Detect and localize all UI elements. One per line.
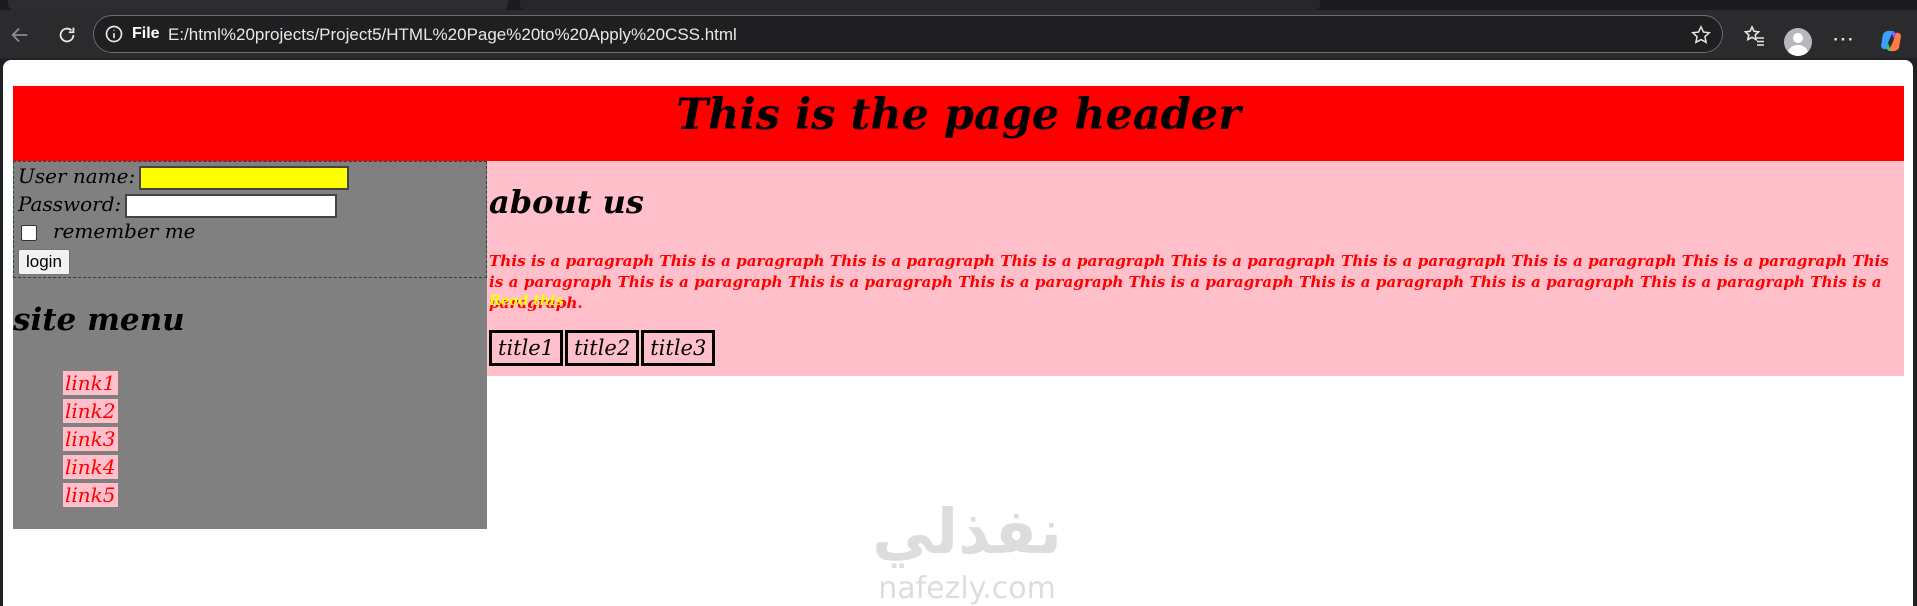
table-cell: title3 <box>641 330 716 366</box>
tab-strip <box>0 0 1917 10</box>
more-icon[interactable]: ⋯ <box>1832 26 1855 52</box>
site-menu-title: site menu <box>13 302 185 338</box>
reload-icon <box>59 27 75 43</box>
address-bar[interactable]: File E:/html%20projects/Project5/HTML%20… <box>93 15 1723 53</box>
back-button[interactable] <box>6 21 34 49</box>
remember-checkbox[interactable] <box>21 224 37 241</box>
watermark-arabic: نفذلي <box>872 495 1062 568</box>
table-cell: title1 <box>489 330 564 366</box>
menu-link-2[interactable]: link2 <box>63 399 118 423</box>
browser-tab[interactable] <box>8 0 508 10</box>
about-title: about us <box>489 183 644 221</box>
main-content: about us This is a paragraph This is a p… <box>487 161 1904 376</box>
watermark-latin: nafezly.com <box>878 571 1056 606</box>
table-cell: title2 <box>565 330 640 366</box>
login-button[interactable]: login <box>18 249 70 275</box>
copilot-icon[interactable] <box>1878 28 1904 54</box>
browser-toolbar: File E:/html%20projects/Project5/HTML%20… <box>0 10 1917 58</box>
star-icon[interactable] <box>1690 24 1712 46</box>
page-title: This is the page header <box>676 90 1241 140</box>
page-header: This is the page header <box>13 86 1904 161</box>
avatar-icon[interactable] <box>1784 28 1812 56</box>
url-text[interactable]: E:/html%20projects/Project5/HTML%20Page%… <box>168 25 737 45</box>
menu-link-4[interactable]: link4 <box>63 455 118 479</box>
menu-link-1[interactable]: link1 <box>63 371 118 395</box>
read-more-link[interactable]: Read this <box>489 293 563 309</box>
username-label: User name: <box>18 164 136 188</box>
info-icon[interactable] <box>104 24 124 44</box>
back-arrow-icon <box>11 27 28 43</box>
sidebar: User name: Password: remember me login s… <box>13 161 487 529</box>
menu-link-3[interactable]: link3 <box>63 427 118 451</box>
watermark: نفذلي nafezly.com <box>852 495 1082 606</box>
password-input[interactable] <box>125 193 338 218</box>
browser-tab-inactive[interactable] <box>520 0 1320 10</box>
reload-button[interactable] <box>53 21 81 49</box>
about-paragraph: This is a paragraph This is a paragraph … <box>489 252 1889 312</box>
site-menu-list: link1 link2 link3 link4 link5 <box>63 371 118 511</box>
remember-label: remember me <box>53 219 196 243</box>
favorites-icon <box>1743 25 1764 46</box>
login-form: User name: Password: remember me login <box>13 161 487 278</box>
title-table: title1 title2 title3 <box>489 330 717 366</box>
favorites-button[interactable] <box>1742 23 1766 47</box>
url-scheme: File <box>132 25 160 42</box>
menu-link-5[interactable]: link5 <box>63 483 118 507</box>
password-label: Password: <box>18 192 122 216</box>
username-input[interactable] <box>139 165 350 190</box>
